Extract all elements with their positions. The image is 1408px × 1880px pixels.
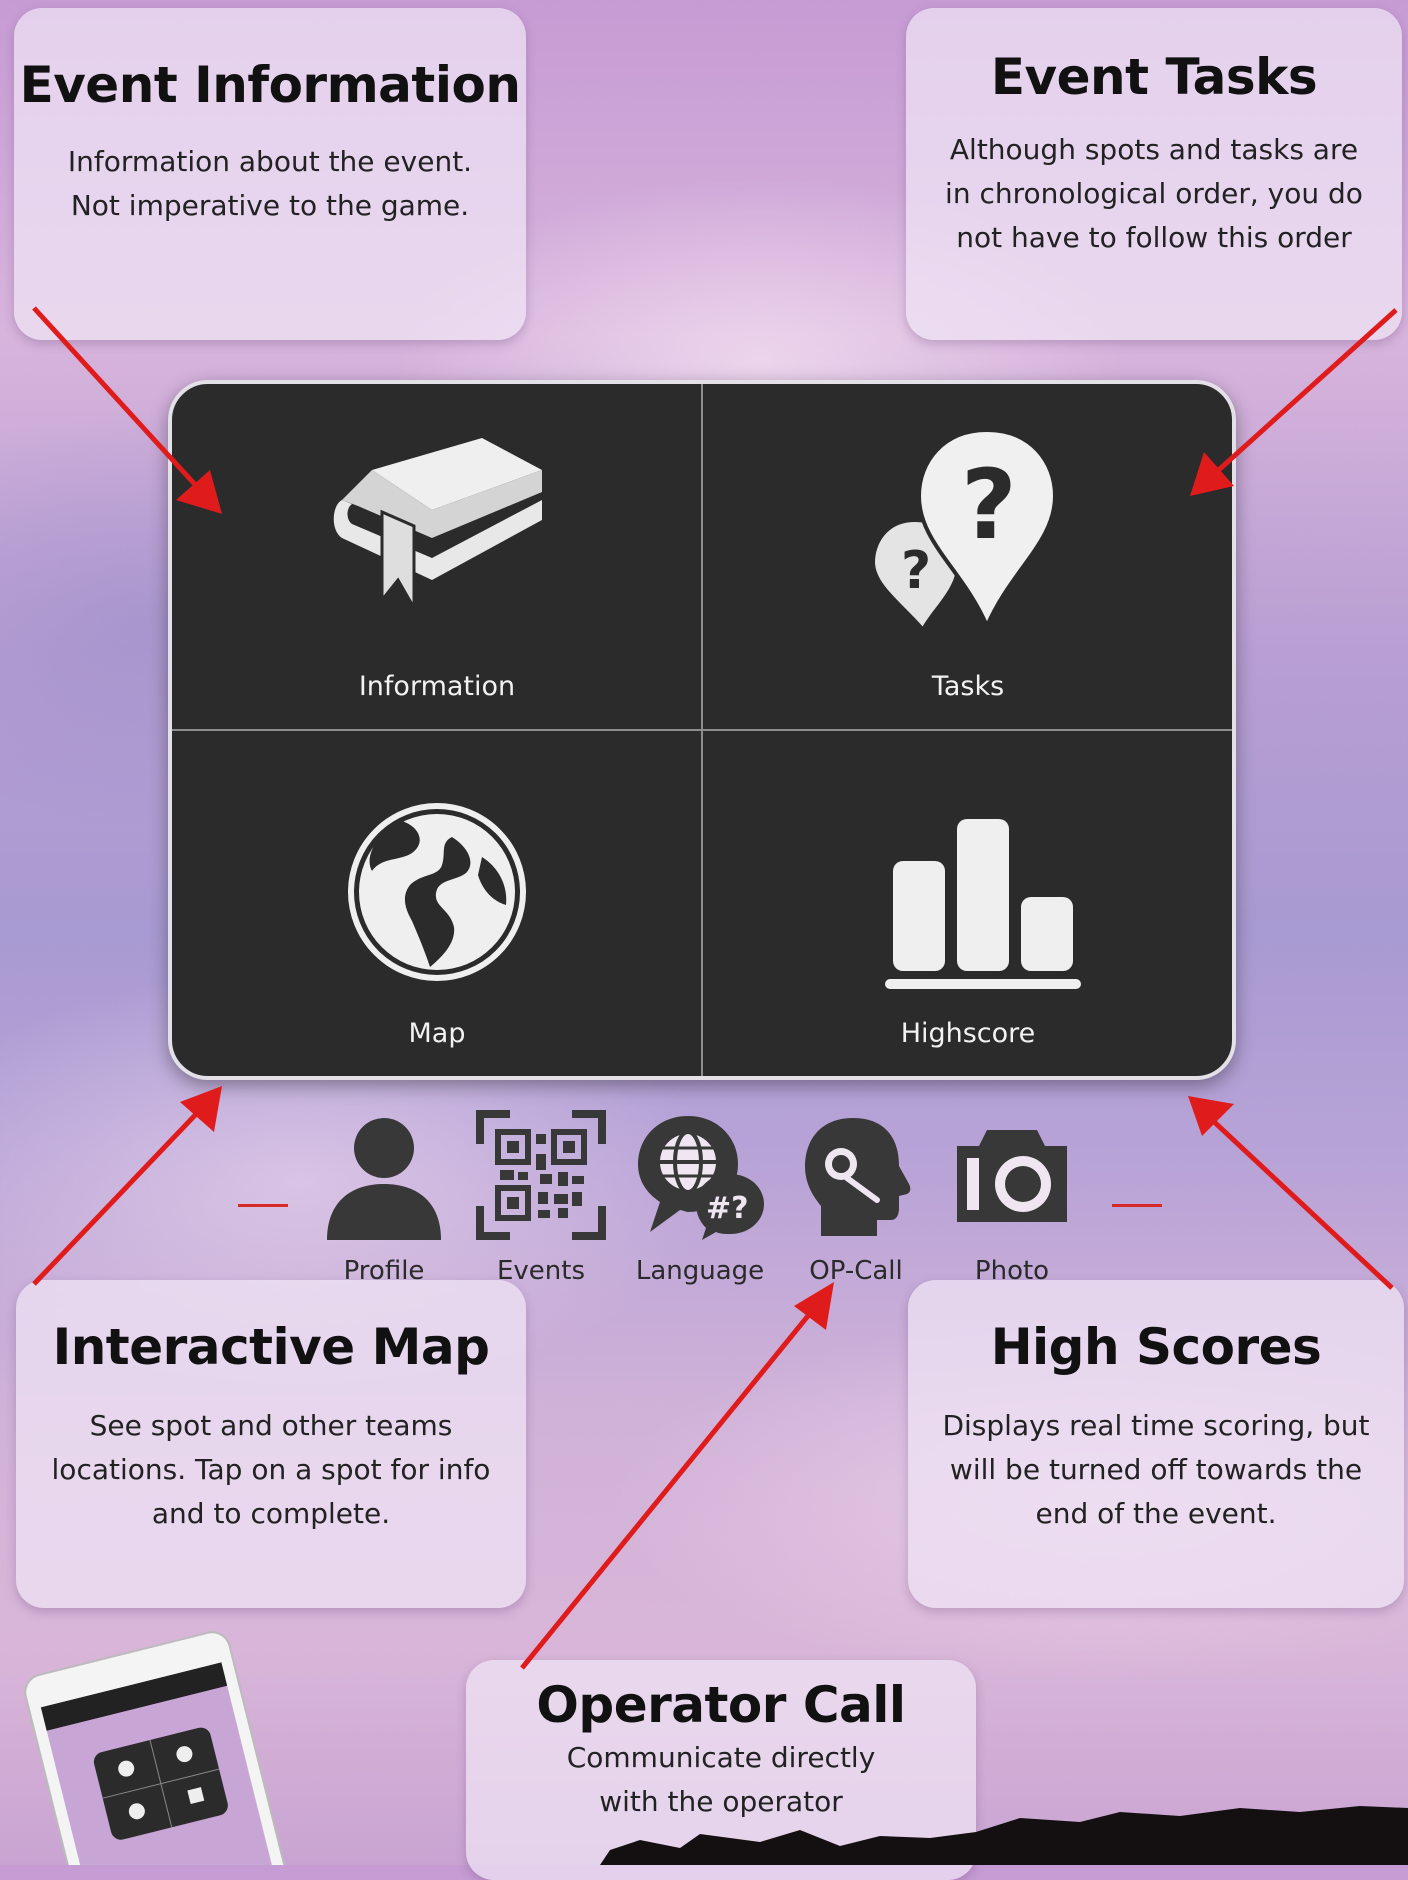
callout-text: not have to follow this order [956,221,1352,254]
toolbar-events[interactable]: Events [466,1110,616,1295]
callout-operator-call: Operator Call Communicate directly with … [466,1660,976,1880]
arrow-highscore [1208,1116,1394,1290]
tile-information[interactable]: Information [172,384,702,730]
callout-text: See spot and other teams [89,1409,453,1442]
toolbar-language[interactable]: #? Language [625,1110,775,1295]
toolbar-right-dash [1112,1204,1162,1207]
toolbar-photo[interactable]: Photo [937,1110,1087,1295]
svg-text:#?: #? [706,1191,749,1226]
tile-highscore[interactable]: Highscore [703,731,1232,1076]
callout-text: Information about the event. [67,145,473,178]
qr-code-icon [476,1110,606,1240]
callout-text: will be turned off towards the [949,1453,1363,1486]
callout-title: Event Tasks [990,48,1318,106]
tile-map[interactable]: Map [172,731,702,1076]
book-icon [333,438,542,614]
callout-text: Displays real time scoring, but [942,1409,1370,1442]
tile-label: Highscore [900,1018,1036,1049]
svg-text:?: ? [961,449,1017,561]
callout-text: Not imperative to the game. [70,189,470,222]
callout-text: Communicate directly [566,1741,876,1774]
camera-icon [957,1130,1067,1222]
toolbar-profile[interactable]: Profile [309,1110,459,1295]
svg-text:?: ? [901,541,931,601]
callout-text: locations. Tap on a spot for info [51,1453,491,1486]
toolbar-label: OP-Call [809,1256,903,1286]
arrow-map [32,1108,202,1286]
main-menu-panel: Information ? ? Tasks Map Highscore [168,380,1236,1080]
callout-interactive-map: Interactive Map See spot and other teams… [16,1280,526,1608]
toolbar-op-call[interactable]: OP-Call [781,1110,931,1295]
callout-text: and to complete. [151,1497,391,1530]
tile-label: Information [358,671,516,702]
callout-high-scores: High Scores Displays real time scoring, … [908,1280,1404,1608]
callout-text: in chronological order, you do [945,177,1363,210]
callout-title: Operator Call [536,1676,906,1734]
tile-tasks[interactable]: ? ? Tasks [703,384,1232,730]
language-globe-icon: #? [638,1116,764,1240]
callout-text: with the operator [599,1785,843,1818]
question-pin-icon: ? ? [870,427,1058,634]
globe-icon [348,803,526,981]
arrow-op-call [520,1304,818,1670]
callout-title: High Scores [990,1318,1322,1376]
callout-text: end of the event. [1035,1497,1277,1530]
callout-title: Event Information [19,56,521,114]
bar-chart-icon [885,819,1081,989]
tile-label: Tasks [931,671,1005,702]
tile-label: Map [408,1018,466,1049]
callout-title: Interactive Map [52,1318,490,1376]
toolbar-label: Events [496,1256,586,1286]
toolbar-left-dash [238,1204,288,1207]
headset-icon [805,1118,911,1236]
person-icon [327,1118,441,1240]
toolbar-label: Language [635,1256,765,1286]
callout-event-tasks: Event Tasks Although spots and tasks are… [906,8,1402,340]
callout-text: Although spots and tasks are [949,133,1359,166]
arrow-highscore-head [1188,1096,1234,1136]
arrow-map-head [180,1086,222,1132]
callout-event-information: Event Information Information about the … [14,8,526,340]
